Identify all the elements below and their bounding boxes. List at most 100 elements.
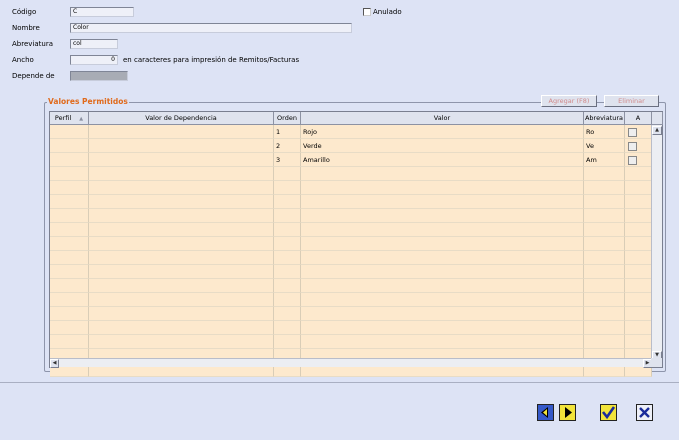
cell-dependencia[interactable] — [89, 195, 274, 209]
cell-abreviatura[interactable]: Am — [584, 153, 625, 167]
cell-abreviatura[interactable] — [584, 181, 625, 195]
cell-valor[interactable] — [301, 265, 584, 279]
nombre-field[interactable]: Color — [70, 23, 352, 33]
table-row[interactable]: 1 Rojo Ro — [50, 125, 652, 139]
cell-valor[interactable]: Amarillo — [301, 153, 584, 167]
cell-dependencia[interactable] — [89, 139, 274, 153]
cell-dependencia[interactable] — [89, 293, 274, 307]
cell-dependencia[interactable] — [89, 251, 274, 265]
ancho-field[interactable]: 0 — [70, 55, 118, 65]
vertical-scrollbar[interactable]: ▲ ▼ — [651, 125, 662, 360]
table-row[interactable] — [50, 209, 652, 223]
cell-valor[interactable] — [301, 335, 584, 349]
cell-dependencia[interactable] — [89, 209, 274, 223]
cell-perfil[interactable] — [50, 279, 89, 293]
cell-orden[interactable] — [274, 181, 301, 195]
table-row[interactable] — [50, 321, 652, 335]
cell-orden[interactable] — [274, 279, 301, 293]
cell-perfil[interactable] — [50, 125, 89, 139]
cell-abreviatura[interactable] — [584, 251, 625, 265]
cell-abreviatura[interactable]: Ve — [584, 139, 625, 153]
scroll-left-icon[interactable]: ◀ — [50, 359, 59, 368]
cell-abreviatura[interactable] — [584, 209, 625, 223]
cell-valor[interactable] — [301, 251, 584, 265]
cell-perfil[interactable] — [50, 307, 89, 321]
cell-orden[interactable] — [274, 237, 301, 251]
col-orden[interactable]: Orden — [274, 112, 301, 125]
cell-abreviatura[interactable] — [584, 307, 625, 321]
table-row[interactable] — [50, 195, 652, 209]
cell-perfil[interactable] — [50, 139, 89, 153]
table-row[interactable] — [50, 335, 652, 349]
cell-abreviatura[interactable]: Ro — [584, 125, 625, 139]
codigo-field[interactable]: C — [70, 7, 134, 17]
cell-dependencia[interactable] — [89, 167, 274, 181]
scroll-up-icon[interactable]: ▲ — [652, 126, 662, 135]
cell-dependencia[interactable] — [89, 279, 274, 293]
cell-abreviatura[interactable] — [584, 237, 625, 251]
table-row[interactable] — [50, 265, 652, 279]
col-a[interactable]: A — [625, 112, 652, 125]
anulado-checkbox[interactable] — [363, 8, 371, 16]
cell-abreviatura[interactable] — [584, 321, 625, 335]
cell-valor[interactable] — [301, 223, 584, 237]
cell-orden[interactable] — [274, 335, 301, 349]
cell-dependencia[interactable] — [89, 265, 274, 279]
table-row[interactable] — [50, 293, 652, 307]
row-a-checkbox[interactable] — [628, 155, 637, 165]
cell-orden[interactable] — [274, 223, 301, 237]
cell-perfil[interactable] — [50, 209, 89, 223]
cell-orden[interactable] — [274, 321, 301, 335]
cell-valor[interactable] — [301, 195, 584, 209]
cell-dependencia[interactable] — [89, 237, 274, 251]
cell-dependencia[interactable] — [89, 321, 274, 335]
values-grid[interactable]: Perfil ▲ Valor de Dependencia Orden Valo… — [49, 111, 663, 377]
cell-valor[interactable] — [301, 293, 584, 307]
cell-perfil[interactable] — [50, 321, 89, 335]
cell-abreviatura[interactable] — [584, 223, 625, 237]
cell-orden[interactable] — [274, 195, 301, 209]
cell-dependencia[interactable] — [89, 335, 274, 349]
cell-valor[interactable] — [301, 209, 584, 223]
cell-perfil[interactable] — [50, 153, 89, 167]
nav-next-icon[interactable] — [559, 404, 576, 421]
cell-dependencia[interactable] — [89, 223, 274, 237]
row-a-checkbox[interactable] — [628, 127, 637, 137]
abreviatura-field[interactable]: col — [70, 39, 118, 49]
cell-abreviatura[interactable] — [584, 293, 625, 307]
row-a-checkbox[interactable] — [628, 141, 637, 151]
cell-abreviatura[interactable] — [584, 265, 625, 279]
table-row[interactable] — [50, 181, 652, 195]
cell-perfil[interactable] — [50, 335, 89, 349]
confirm-check-icon[interactable] — [600, 404, 617, 421]
cell-orden[interactable] — [274, 209, 301, 223]
cell-perfil[interactable] — [50, 195, 89, 209]
cell-abreviatura[interactable] — [584, 167, 625, 181]
cell-orden[interactable] — [274, 293, 301, 307]
cell-abreviatura[interactable] — [584, 195, 625, 209]
cell-valor[interactable]: Rojo — [301, 125, 584, 139]
cell-perfil[interactable] — [50, 167, 89, 181]
cell-perfil[interactable] — [50, 237, 89, 251]
cell-perfil[interactable] — [50, 265, 89, 279]
cell-valor[interactable] — [301, 237, 584, 251]
cell-dependencia[interactable] — [89, 181, 274, 195]
cell-valor[interactable] — [301, 279, 584, 293]
cell-perfil[interactable] — [50, 223, 89, 237]
cell-orden[interactable] — [274, 265, 301, 279]
cell-orden[interactable]: 3 — [274, 153, 301, 167]
cell-perfil[interactable] — [50, 181, 89, 195]
cell-dependencia[interactable] — [89, 153, 274, 167]
cell-orden[interactable] — [274, 307, 301, 321]
delete-button[interactable]: Eliminar — [604, 95, 659, 107]
cell-orden[interactable] — [274, 251, 301, 265]
add-button[interactable]: Agregar (F8) — [541, 95, 597, 107]
col-valor[interactable]: Valor — [301, 112, 584, 125]
cell-perfil[interactable] — [50, 251, 89, 265]
table-row[interactable] — [50, 251, 652, 265]
cancel-x-icon[interactable] — [636, 404, 653, 421]
cell-abreviatura[interactable] — [584, 279, 625, 293]
table-row[interactable]: 3 Amarillo Am — [50, 153, 652, 167]
col-perfil[interactable]: Perfil ▲ — [50, 112, 89, 125]
cell-dependencia[interactable] — [89, 307, 274, 321]
